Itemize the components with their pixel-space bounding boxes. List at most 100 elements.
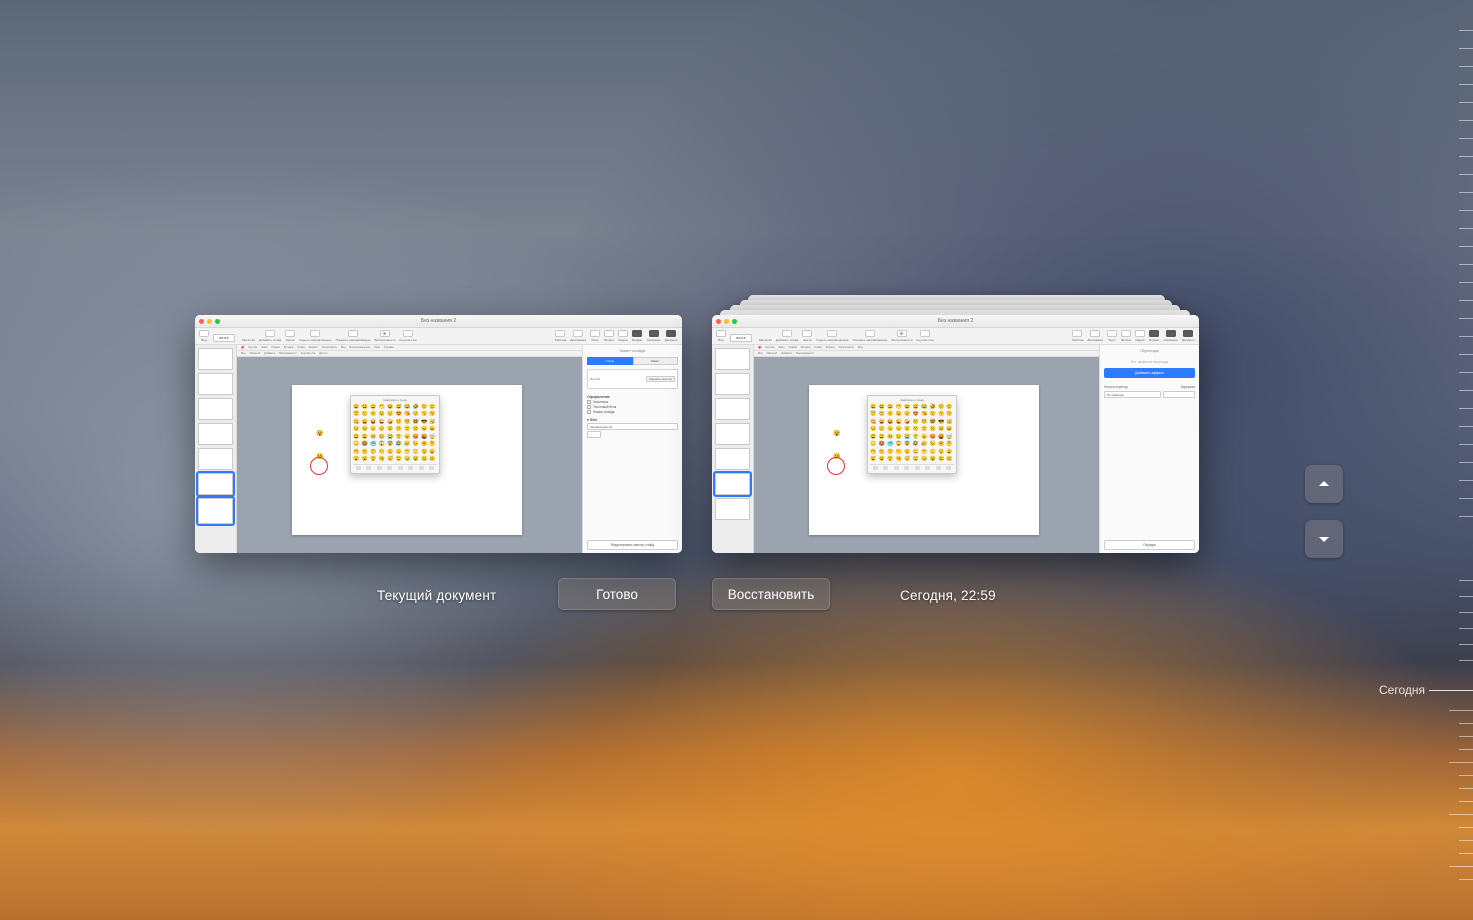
- emoji-cell: 🤨: [395, 418, 402, 425]
- current-document-preview[interactable]: Без названия 2 Вид 84 % ▾ Масштаб Добави…: [195, 315, 682, 553]
- emoji-cell: 😲: [370, 456, 377, 463]
- emoji-popover: смайлики и люди 😀😃😄😁😆😅😂🤣☺️😊😇🙂🙃😉😌😍😘😗😙😚😋😛😝…: [350, 395, 440, 474]
- emoji-cell: 😫: [870, 433, 877, 440]
- emoji-cell: 😁: [378, 403, 385, 410]
- emoji-cell: ☹️: [929, 426, 936, 433]
- chevron-up-icon: [1316, 476, 1332, 492]
- emoji-cell: 🥺: [370, 433, 377, 440]
- emoji-cell: 😞: [370, 426, 377, 433]
- toolbar-play: Воспроизвести: [374, 330, 395, 342]
- inner-toolbar: ВидМасштабДобавитьВоспроизвестиKeynote L…: [237, 351, 582, 357]
- timeline: Сегодня: [1363, 20, 1473, 905]
- toolbar-text: Текст: [590, 330, 600, 342]
- emoji-cell: 😴: [387, 456, 394, 463]
- restore-button[interactable]: Восстановить: [712, 578, 830, 610]
- timeline-tick: [1449, 762, 1473, 763]
- version-nav-up[interactable]: [1305, 465, 1343, 503]
- toolbar-chart: Диаграмма: [570, 330, 586, 342]
- inner-app-bars: 🍎 KeynoteФайлПравкаВставкаСлайдФорматРас…: [237, 345, 582, 357]
- timeline-tick: [1459, 246, 1473, 247]
- emoji-cell: 😟: [904, 426, 911, 433]
- canvas: 🍎 KeynoteФайлПравкаВставкаСлайдФорматРас…: [237, 345, 582, 553]
- timeline-tick: [1459, 120, 1473, 121]
- version-timestamp-label: Сегодня, 22:59: [900, 588, 996, 603]
- emoji-cell: 😏: [353, 426, 360, 433]
- emoji-cell: 🤪: [387, 418, 394, 425]
- emoji-cell: 😗: [412, 411, 419, 418]
- inspector-tab-style: Стиль: [587, 357, 633, 365]
- timeline-tick: [1459, 498, 1473, 499]
- version-nav-down[interactable]: [1305, 520, 1343, 558]
- emoji-cell: 😒: [361, 426, 368, 433]
- cb-title: Заголовок: [587, 400, 678, 404]
- timeline-tick: [1459, 462, 1473, 463]
- emoji-cell: 🤣: [929, 403, 936, 410]
- emoji-cell: 😑: [395, 448, 402, 455]
- emoji-cell: 🥶: [887, 441, 894, 448]
- canvas: 🍎 KeynoteФайлПравкаВставкаСлайдФорматРас…: [754, 345, 1099, 553]
- toolbar-anim: Анимация: [647, 330, 661, 342]
- timeline-tick: [1459, 426, 1473, 427]
- toolbar-add-slide: Добавить слайд: [259, 330, 281, 342]
- timeline-tick: [1459, 736, 1473, 737]
- emoji-cell: 😄: [370, 403, 377, 410]
- emoji-cell: 😱: [895, 441, 902, 448]
- version-document-preview[interactable]: Без названия 2 Вид 84 % ▾ Масштаб Добави…: [712, 315, 1199, 553]
- emoji-cell: 😭: [387, 433, 394, 440]
- emoji-cell: 😤: [912, 433, 919, 440]
- emoji-cell: 🤓: [929, 418, 936, 425]
- emoji-cell: 🥵: [878, 441, 885, 448]
- add-effect-button: Добавить эффект: [1104, 368, 1195, 378]
- appearance-header: Оформление: [587, 395, 678, 399]
- emoji-cell: 🤔: [429, 441, 436, 448]
- window-body: 🍎 KeynoteФайлПравкаВставкаСлайдФорматРас…: [712, 345, 1199, 553]
- timeline-tick: [1459, 408, 1473, 409]
- emoji-cell: 😊: [946, 403, 953, 410]
- emoji-cell: 😜: [378, 418, 385, 425]
- inspector-title: Переходы: [1104, 348, 1195, 353]
- emoji-cell: 🤤: [912, 456, 919, 463]
- done-button[interactable]: Готово: [558, 578, 676, 610]
- emoji-cell: 🤗: [938, 441, 945, 448]
- emoji-cell: 😡: [929, 433, 936, 440]
- timeline-tick: [1459, 879, 1473, 880]
- emoji-cell: 😜: [895, 418, 902, 425]
- emoji-cell: 😦: [429, 448, 436, 455]
- timeline-tick: [1459, 354, 1473, 355]
- emoji-cell: 😝: [370, 418, 377, 425]
- emoji-cell: 😬: [404, 448, 411, 455]
- emoji-cell: 😪: [921, 456, 928, 463]
- timeline-tick: [1459, 628, 1473, 629]
- emoji-cell: 🤫: [361, 448, 368, 455]
- emoji-cell: 🤭: [870, 448, 877, 455]
- timeline-tick: [1459, 644, 1473, 645]
- emoji-cell: 😩: [361, 433, 368, 440]
- emoji-cell: 🤯: [946, 433, 953, 440]
- red-circle-annotation: [310, 457, 328, 475]
- emoji-cell: 🤫: [878, 448, 885, 455]
- no-effect-label: Нет эффекта перехода: [1104, 360, 1195, 364]
- emoji-cell: 😓: [929, 441, 936, 448]
- timeline-tick: [1429, 690, 1473, 691]
- emoji-cell: 😁: [895, 403, 902, 410]
- emoji-cell: 😇: [353, 411, 360, 418]
- slide-thumb-5: [198, 448, 233, 470]
- toolbar-guides-hide: Скрыть направляющие: [299, 330, 331, 342]
- emoji-cell: 🙁: [921, 426, 928, 433]
- emoji-cell: 😨: [904, 441, 911, 448]
- emoji-cell: 😑: [912, 448, 919, 455]
- emoji-cell: 🤬: [938, 433, 945, 440]
- emoji-cell: 😶: [895, 448, 902, 455]
- timeline-tick: [1459, 138, 1473, 139]
- timeline-tick: [1459, 30, 1473, 31]
- emoji-cell: 😧: [353, 456, 360, 463]
- emoji-cell: 😛: [361, 418, 368, 425]
- emoji-cell: 🥱: [378, 456, 385, 463]
- emoji-cell: 🥶: [370, 441, 377, 448]
- emoji-cell: 😥: [404, 441, 411, 448]
- emoji-cell: 😦: [946, 448, 953, 455]
- emoji-cell: 😭: [904, 433, 911, 440]
- emoji-footer: [353, 464, 437, 471]
- delay-field: [1163, 391, 1195, 398]
- emoji-cell: 🤨: [912, 418, 919, 425]
